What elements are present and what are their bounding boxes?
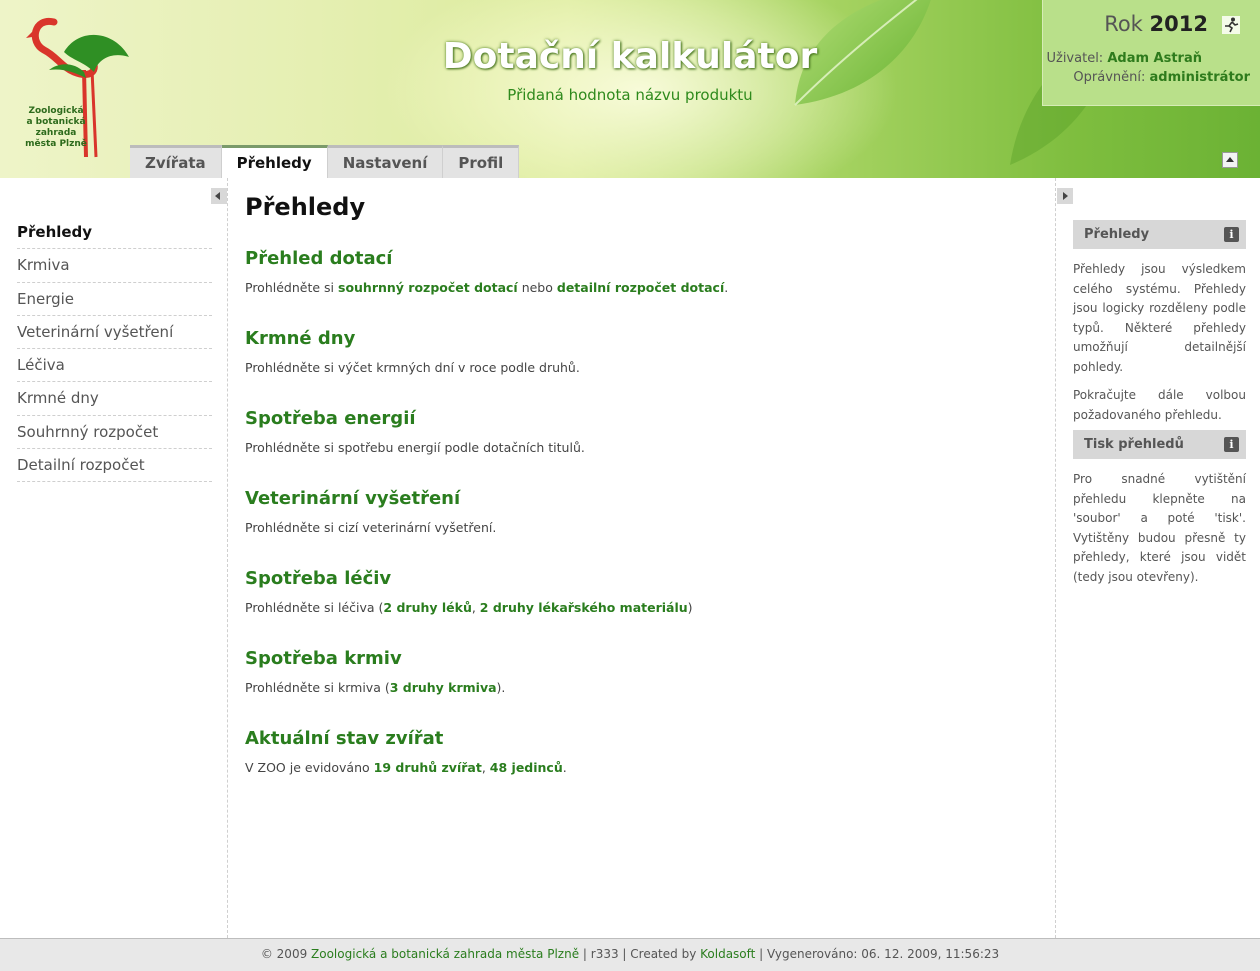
link-souhrnny-rozpocet[interactable]: souhrnný rozpočet dotací bbox=[338, 280, 518, 295]
footer-generated: | Vygenerováno: 06. 12. 2009, 11:56:23 bbox=[755, 947, 1000, 961]
section-krmne-dny: Krmné dny Prohlédněte si výčet krmných d… bbox=[245, 328, 1045, 375]
year-label: Rok bbox=[1104, 12, 1143, 36]
section-veterinarni-vysetreni: Veterinární vyšetření Prohlédněte si ciz… bbox=[245, 488, 1045, 535]
user-line: Uživatel: Adam Astraň bbox=[1046, 51, 1202, 66]
right-sidebar: Přehledy i Přehledy jsou výsledkem celéh… bbox=[1055, 178, 1260, 938]
user-name[interactable]: Adam Astraň bbox=[1107, 51, 1202, 66]
section-aktualni-stav-zvirat: Aktuální stav zvířat V ZOO je evidováno … bbox=[245, 728, 1045, 775]
sidebar-item-energie[interactable]: Energie bbox=[17, 283, 212, 316]
link-jedinci[interactable]: 48 jedinců bbox=[490, 760, 563, 775]
sidebar-item-prehledy[interactable]: Přehledy bbox=[17, 216, 212, 250]
header: Zoologická a botanická zahrada města Plz… bbox=[0, 0, 1260, 178]
role-value: administrátor bbox=[1149, 70, 1250, 85]
footer: © 2009 Zoologická a botanická zahrada mě… bbox=[0, 938, 1260, 971]
logo-line: Zoologická bbox=[28, 106, 84, 116]
info-box-prehledy: Přehledy i Přehledy jsou výsledkem celéh… bbox=[1073, 220, 1246, 425]
text-fragment: ) bbox=[687, 600, 693, 615]
section-text: Prohlédněte si léčiva (2 druhy léků, 2 d… bbox=[245, 600, 1045, 615]
footer-org-link[interactable]: Zoologická a botanická zahrada města Plz… bbox=[311, 947, 579, 961]
logo-line: a botanická bbox=[26, 117, 86, 127]
link-lekarsky-material[interactable]: 2 druhy lékařského materiálu bbox=[480, 600, 688, 615]
section-spotreba-energii: Spotřeba energií Prohlédněte si spotřebu… bbox=[245, 408, 1045, 455]
text-fragment: nebo bbox=[517, 280, 557, 295]
text-fragment: V ZOO je evidováno bbox=[245, 760, 374, 775]
tab-nastaveni[interactable]: Nastavení bbox=[327, 145, 444, 178]
section-text: Prohlédněte si spotřebu energií podle do… bbox=[245, 440, 585, 455]
collapse-right-icon[interactable] bbox=[1057, 188, 1073, 204]
link-druhy-leku[interactable]: 2 druhy léků bbox=[383, 600, 471, 615]
section-text: Prohlédněte si krmiva (3 druhy krmiva). bbox=[245, 680, 1045, 695]
tab-profil[interactable]: Profil bbox=[443, 145, 520, 178]
role-label: Oprávnění: bbox=[1073, 70, 1146, 85]
logo-text: Zoologická a botanická zahrada města Plz… bbox=[20, 106, 92, 150]
text-fragment: Prohlédněte si léčiva ( bbox=[245, 600, 384, 615]
info-box-title: Tisk přehledů bbox=[1084, 437, 1184, 452]
section-spotreba-leciv: Spotřeba léčiv Prohlédněte si léčiva (2 … bbox=[245, 568, 1045, 615]
text-fragment: Prohlédněte si bbox=[245, 280, 338, 295]
logo-line: zahrada bbox=[35, 128, 77, 138]
section-heading: Veterinární vyšetření bbox=[245, 488, 461, 509]
section-heading: Aktuální stav zvířat bbox=[245, 728, 444, 749]
info-icon[interactable]: i bbox=[1224, 437, 1239, 452]
footer-revision: | r333 | Created by bbox=[579, 947, 701, 961]
app-title: Dotační kalkulátor bbox=[442, 36, 818, 77]
tab-prehledy[interactable]: Přehledy bbox=[221, 145, 328, 178]
info-box-text: Přehledy jsou výsledkem celého systému. … bbox=[1073, 262, 1246, 374]
sidebar-item-krmiva[interactable]: Krmiva bbox=[17, 249, 212, 283]
section-heading: Spotřeba energií bbox=[245, 408, 416, 429]
year-value: 2012 bbox=[1149, 12, 1208, 36]
info-icon[interactable]: i bbox=[1224, 227, 1239, 242]
info-box-header: Přehledy i bbox=[1073, 220, 1246, 249]
link-detailni-rozpocet[interactable]: detailní rozpočet dotací bbox=[557, 280, 724, 295]
section-heading: Krmné dny bbox=[245, 328, 356, 349]
collapse-left-icon[interactable] bbox=[211, 188, 227, 204]
info-box-tisk: Tisk přehledů i Pro snadné vytištění pře… bbox=[1073, 430, 1246, 587]
link-druhy-zvirat[interactable]: 19 druhů zvířat bbox=[374, 760, 482, 775]
role-line: Oprávnění: administrátor bbox=[1073, 70, 1250, 85]
section-heading: Přehled dotací bbox=[245, 248, 393, 269]
section-text: Prohlédněte si souhrnný rozpočet dotací … bbox=[245, 280, 1045, 295]
text-fragment: , bbox=[481, 760, 490, 775]
text-fragment: , bbox=[471, 600, 480, 615]
left-sidebar: Přehledy Krmiva Energie Veterinární vyše… bbox=[0, 178, 228, 938]
section-heading: Spotřeba krmiv bbox=[245, 648, 402, 669]
main-tabs: Zvířata Přehledy Nastavení Profil bbox=[130, 145, 520, 178]
text-fragment: . bbox=[724, 280, 729, 295]
text-fragment: Prohlédněte si krmiva ( bbox=[245, 680, 390, 695]
section-text: Prohlédněte si cizí veterinární vyšetřen… bbox=[245, 520, 497, 535]
logout-icon[interactable] bbox=[1222, 16, 1240, 34]
info-box-text: Pokračujte dále volbou požadovaného přeh… bbox=[1073, 388, 1246, 422]
collapse-header-icon[interactable] bbox=[1222, 152, 1238, 168]
section-heading: Spotřeba léčiv bbox=[245, 568, 392, 589]
footer-copyright: © 2009 bbox=[260, 947, 312, 961]
section-prehled-dotaci: Přehled dotací Prohlédněte si souhrnný r… bbox=[245, 248, 1045, 295]
page-title: Přehledy bbox=[245, 193, 366, 221]
section-spotreba-krmiv: Spotřeba krmiv Prohlédněte si krmiva (3 … bbox=[245, 648, 1045, 695]
footer-company-link[interactable]: Koldasoft bbox=[700, 947, 755, 961]
info-box-header: Tisk přehledů i bbox=[1073, 430, 1246, 459]
sidebar-item-krmne-dny[interactable]: Krmné dny bbox=[17, 382, 212, 416]
section-text: Prohlédněte si výčet krmných dní v roce … bbox=[245, 360, 580, 375]
section-text: V ZOO je evidováno 19 druhů zvířat, 48 j… bbox=[245, 760, 1045, 775]
sidebar-nav: Přehledy Krmiva Energie Veterinární vyše… bbox=[17, 216, 212, 483]
text-fragment: . bbox=[562, 760, 567, 775]
tab-zvirata[interactable]: Zvířata bbox=[130, 145, 222, 178]
app-subtitle: Přidaná hodnota názvu produktu bbox=[507, 86, 753, 104]
logo-line: města Plzně bbox=[25, 139, 87, 149]
user-label: Uživatel: bbox=[1046, 51, 1104, 66]
year-display: Rok 2012 bbox=[1104, 12, 1208, 36]
user-box: Rok 2012 Uživatel: Adam Astraň Oprávnění… bbox=[1042, 0, 1260, 106]
text-fragment: ). bbox=[496, 680, 506, 695]
link-druhy-krmiva[interactable]: 3 druhy krmiva bbox=[390, 680, 497, 695]
info-box-title: Přehledy bbox=[1084, 227, 1150, 242]
sidebar-item-veterinarni-vysetreni[interactable]: Veterinární vyšetření bbox=[17, 316, 212, 350]
info-box-text: Pro snadné vytištění přehledu klepněte n… bbox=[1073, 472, 1246, 584]
sidebar-item-leciva[interactable]: Léčiva bbox=[17, 349, 212, 383]
sidebar-item-detailni-rozpocet[interactable]: Detailní rozpočet bbox=[17, 449, 212, 483]
sidebar-item-souhrnny-rozpocet[interactable]: Souhrnný rozpočet bbox=[17, 416, 212, 450]
